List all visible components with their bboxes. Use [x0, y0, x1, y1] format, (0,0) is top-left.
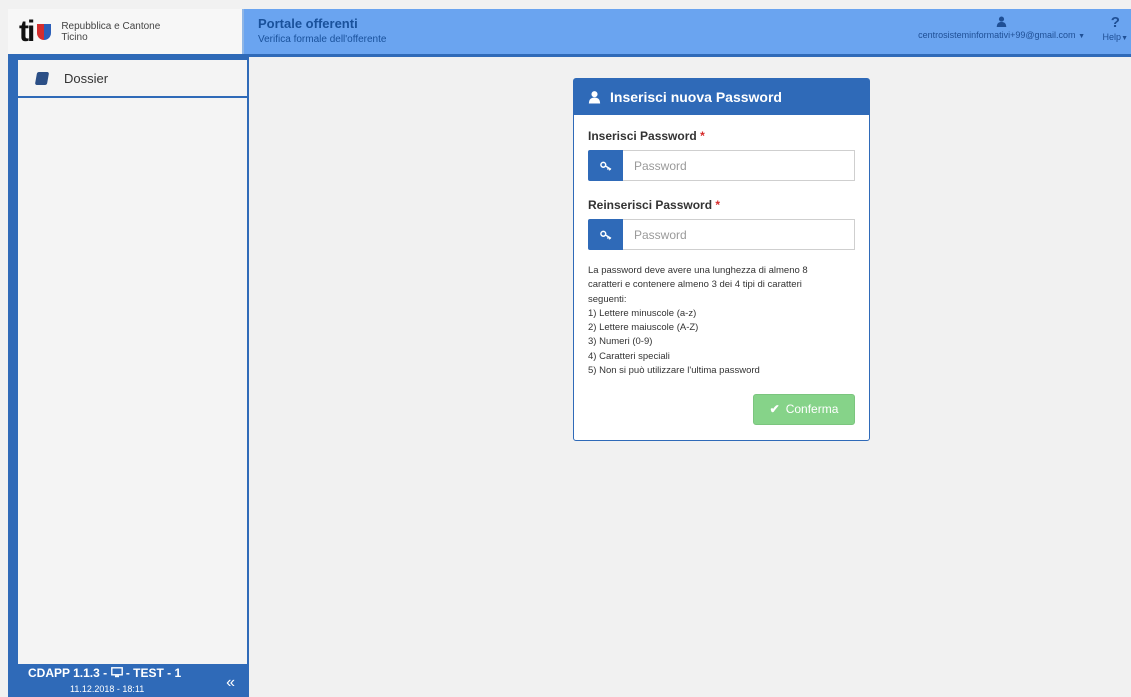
- sidebar-item-label: Dossier: [64, 70, 109, 86]
- sidebar-footer: CDAPP 1.1.3 - - TEST - 1 11.12.2018 - 18…: [18, 664, 249, 697]
- password-input-group: [588, 150, 855, 181]
- rule-line: 5) Non si può utilizzare l'ultima passwo…: [588, 365, 760, 377]
- card-title: Inserisci nuova Password: [610, 89, 782, 105]
- collapse-sidebar-button[interactable]: «: [226, 674, 235, 692]
- book-icon: [34, 71, 50, 85]
- rule-line: 4) Caratteri speciali: [588, 350, 670, 362]
- required-marker: *: [700, 129, 705, 143]
- rule-line: 3) Numeri (0-9): [588, 336, 653, 348]
- password-rules: La password deve avere una lunghezza di …: [588, 264, 855, 378]
- confirm-button[interactable]: ✔ Conferma: [753, 394, 855, 426]
- button-row: ✔ Conferma: [588, 394, 855, 426]
- card-header: Inserisci nuova Password: [574, 79, 869, 115]
- logo-ti: ti: [19, 14, 35, 48]
- card-body: Inserisci Password * Reinserisci Passwor…: [574, 115, 869, 426]
- help-icon: ?: [1110, 14, 1120, 31]
- rule-line: 2) Lettere maiuscole (A-Z): [588, 322, 699, 334]
- password-input[interactable]: [623, 150, 855, 181]
- version-text: CDAPP 1.1.3 -: [28, 666, 108, 680]
- key-icon: [588, 219, 623, 250]
- check-icon: ✔: [769, 402, 780, 417]
- user-menu[interactable]: centrosisteminformativi+99@gmail.com ▼: [918, 16, 1085, 40]
- confirm-label: Conferma: [785, 402, 839, 417]
- rule-line: La password deve avere una lunghezza di …: [588, 265, 808, 276]
- sidebar-item-dossier[interactable]: Dossier: [18, 60, 247, 98]
- password-label: Inserisci Password *: [588, 129, 855, 143]
- user-icon: [996, 16, 1007, 27]
- required-marker: *: [715, 198, 721, 212]
- brand-line1: Repubblica e Cantone: [61, 20, 161, 32]
- rule-line: seguenti:: [588, 293, 627, 305]
- confirm-password-input[interactable]: [623, 219, 855, 250]
- app-version: CDAPP 1.1.3 - - TEST - 1: [28, 666, 181, 680]
- user-email: centrosisteminformativi+99@gmail.com: [918, 30, 1076, 40]
- sidebar: Dossier CDAPP 1.1.3 - - TEST - 1 11.12.2…: [8, 57, 249, 697]
- top-header: ti Repubblica e Cantone Ticino Portale o…: [8, 9, 1131, 57]
- caret-down-icon: ▼: [1078, 33, 1085, 40]
- confirm-password-label: Reinserisci Password *: [588, 198, 855, 212]
- brand-logo-area[interactable]: ti Repubblica e Cantone Ticino: [8, 9, 244, 54]
- canton-shield-icon: [37, 23, 52, 40]
- portal-heading: Portale offerenti Verifica formale dell'…: [258, 16, 386, 45]
- key-icon: [588, 150, 623, 181]
- sidebar-panel: Dossier: [18, 60, 248, 664]
- brand-text: Repubblica e Cantone Ticino: [61, 21, 160, 43]
- help-menu[interactable]: ? Help▼: [1103, 14, 1128, 42]
- portal-title: Portale offerenti: [258, 16, 358, 31]
- new-password-card: Inserisci nuova Password Inserisci Passw…: [573, 78, 870, 441]
- environment-text: - TEST - 1: [125, 666, 182, 680]
- user-icon: [588, 91, 601, 104]
- build-date: 11.12.2018 - 18:11: [70, 684, 145, 694]
- confirm-password-label-text: Reinserisci Password: [588, 198, 713, 212]
- caret-down-icon: ▼: [1121, 35, 1128, 42]
- monitor-icon: [110, 667, 123, 678]
- rule-line: caratteri e contenere almeno 3 dei 4 tip…: [588, 279, 802, 291]
- help-label: Help: [1102, 32, 1122, 42]
- password-label-text: Inserisci Password: [588, 129, 697, 143]
- brand-line2: Ticino: [61, 31, 88, 43]
- rule-line: 1) Lettere minuscole (a-z): [588, 307, 697, 319]
- portal-subtitle: Verifica formale dell'offerente: [258, 34, 387, 45]
- confirm-password-input-group: [588, 219, 855, 250]
